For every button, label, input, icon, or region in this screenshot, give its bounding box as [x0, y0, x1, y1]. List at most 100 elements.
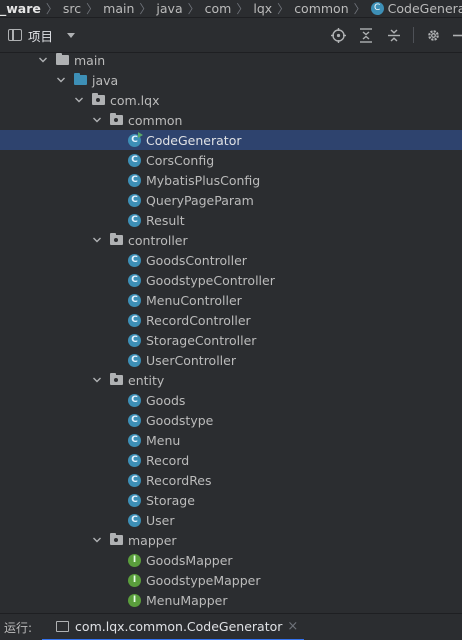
class-icon: C: [128, 131, 143, 147]
class-icon: C: [128, 433, 141, 447]
close-icon[interactable]: ×: [287, 619, 298, 634]
run-tool-window-bar: 运行: com.lqx.common.CodeGenerator ×: [0, 613, 462, 640]
tree-item-label: User: [146, 512, 175, 528]
tree-row-goodsmapper[interactable]: I GoodsMapper: [0, 550, 462, 570]
tree-item-label: common: [128, 112, 183, 128]
chevron-down-icon[interactable]: [92, 375, 102, 385]
project-view-selector[interactable]: 项目: [0, 26, 76, 45]
tree-row-recordcontroller[interactable]: C RecordController: [0, 310, 462, 330]
class-icon: C: [128, 193, 141, 207]
breadcrumb-item-src[interactable]: src: [60, 1, 84, 16]
tree-row-goodscontroller[interactable]: C GoodsController: [0, 250, 462, 270]
class-icon: C: [128, 333, 141, 347]
tree-item-label: Goods: [146, 392, 186, 408]
tree-row-controller[interactable]: controller: [0, 230, 462, 250]
tree-row-java[interactable]: java: [0, 70, 462, 90]
tree-item-label: Goodstype: [146, 412, 214, 428]
package-icon: [110, 533, 123, 545]
tree-row-entity[interactable]: entity: [0, 370, 462, 390]
tree-row-user[interactable]: C User: [0, 510, 462, 530]
interface-icon: I: [128, 593, 141, 607]
project-toolbar: 项目: [0, 17, 462, 53]
package-icon: [110, 113, 123, 125]
tree-row-menucontroller[interactable]: C MenuController: [0, 290, 462, 310]
class-icon: C: [128, 313, 141, 327]
locate-icon[interactable]: [329, 26, 347, 44]
tree-item-label: java: [92, 72, 119, 88]
project-view-title: 项目: [28, 28, 54, 44]
hide-icon[interactable]: [452, 26, 462, 44]
breadcrumb-item-label: CodeGenerator: [387, 0, 462, 16]
project-tree[interactable]: main java com.lqx common C CodeGenerator C Cors…: [0, 50, 462, 610]
breadcrumb-item-main[interactable]: main: [100, 1, 137, 16]
breadcrumb-separator-icon: 〉: [353, 1, 366, 16]
tree-row-storagecontroller[interactable]: C StorageController: [0, 330, 462, 350]
breadcrumb-item-java[interactable]: java: [153, 1, 185, 16]
run-tab-codegenerator[interactable]: com.lqx.common.CodeGenerator ×: [42, 614, 305, 640]
breadcrumb-item-module[interactable]: _ware: [0, 1, 44, 16]
interface-icon: I: [128, 573, 141, 587]
package-icon: [110, 373, 123, 385]
tree-row-mapper[interactable]: mapper: [0, 530, 462, 550]
expand-all-icon[interactable]: [357, 26, 375, 44]
tree-row-goodstypecontroller[interactable]: C GoodstypeController: [0, 270, 462, 290]
run-label: 运行:: [4, 620, 33, 635]
chevron-down-icon[interactable]: [56, 75, 66, 85]
folder-icon: [56, 53, 69, 65]
breadcrumb-item-common[interactable]: common: [291, 1, 351, 16]
tree-row-goodstypemapper[interactable]: I GoodstypeMapper: [0, 570, 462, 590]
tree-row-recordres[interactable]: C RecordRes: [0, 470, 462, 490]
tree-item-label: Result: [146, 212, 185, 228]
settings-icon[interactable]: [424, 26, 442, 44]
tree-row-storage[interactable]: C Storage: [0, 490, 462, 510]
class-icon: C: [128, 413, 141, 427]
tree-row-goodstype[interactable]: C Goodstype: [0, 410, 462, 430]
tree-row-usercontroller[interactable]: C UserController: [0, 350, 462, 370]
tree-item-label: CodeGenerator: [146, 132, 242, 148]
class-icon: C: [128, 253, 141, 267]
tree-row-querypageparam[interactable]: C QueryPageParam: [0, 190, 462, 210]
collapse-all-icon[interactable]: [385, 26, 403, 44]
tree-row-menu[interactable]: C Menu: [0, 430, 462, 450]
tree-row-com-lqx[interactable]: com.lqx: [0, 90, 462, 110]
tree-row-record[interactable]: C Record: [0, 450, 462, 470]
navigation-breadcrumb: _ware 〉 src 〉 main 〉 java 〉 com 〉 lqx 〉 …: [0, 0, 462, 16]
class-icon: C: [128, 393, 141, 407]
tree-row-corsconfig[interactable]: C CorsConfig: [0, 150, 462, 170]
breadcrumb-item-codegenerator[interactable]: C CodeGenerator: [368, 1, 462, 16]
tree-row-mybatisplusconfig[interactable]: C MybatisPlusConfig: [0, 170, 462, 190]
tree-item-label: RecordController: [146, 312, 251, 328]
tree-item-label: Menu: [146, 432, 181, 448]
chevron-down-icon[interactable]: [38, 55, 48, 65]
tree-row-menumapper[interactable]: I MenuMapper: [0, 590, 462, 610]
breadcrumb-item-lqx[interactable]: lqx: [250, 1, 275, 16]
class-icon: C: [128, 213, 141, 227]
tree-row-common[interactable]: common: [0, 110, 462, 130]
tree-row-codegenerator[interactable]: C CodeGenerator: [0, 130, 462, 150]
chevron-down-icon[interactable]: [92, 535, 102, 545]
tree-row-main[interactable]: main: [0, 50, 462, 70]
breadcrumb-separator-icon: 〉: [45, 1, 58, 16]
chevron-down-icon[interactable]: [92, 235, 102, 245]
chevron-down-icon[interactable]: [74, 95, 84, 105]
run-tab-label: com.lqx.common.CodeGenerator: [75, 618, 283, 634]
interface-icon: I: [128, 553, 141, 567]
class-icon: C: [128, 453, 141, 467]
tree-item-label: StorageController: [146, 332, 257, 348]
tree-item-label: main: [74, 52, 106, 68]
chevron-down-icon[interactable]: [92, 115, 102, 125]
class-icon: C: [128, 353, 141, 367]
tree-item-label: GoodsController: [146, 252, 247, 268]
tree-row-result[interactable]: C Result: [0, 210, 462, 230]
tree-item-label: com.lqx: [110, 92, 160, 108]
breadcrumb-separator-icon: 〉: [86, 1, 99, 16]
console-icon: [56, 620, 70, 632]
tree-item-label: CorsConfig: [146, 152, 215, 168]
breadcrumb-item-com[interactable]: com: [202, 1, 235, 16]
breadcrumb-separator-icon: 〉: [187, 1, 200, 16]
tree-row-goods[interactable]: C Goods: [0, 390, 462, 410]
class-icon: C: [128, 293, 141, 307]
tree-item-label: Record: [146, 452, 190, 468]
class-icon: C: [128, 513, 141, 527]
tree-item-label: RecordRes: [146, 472, 212, 488]
